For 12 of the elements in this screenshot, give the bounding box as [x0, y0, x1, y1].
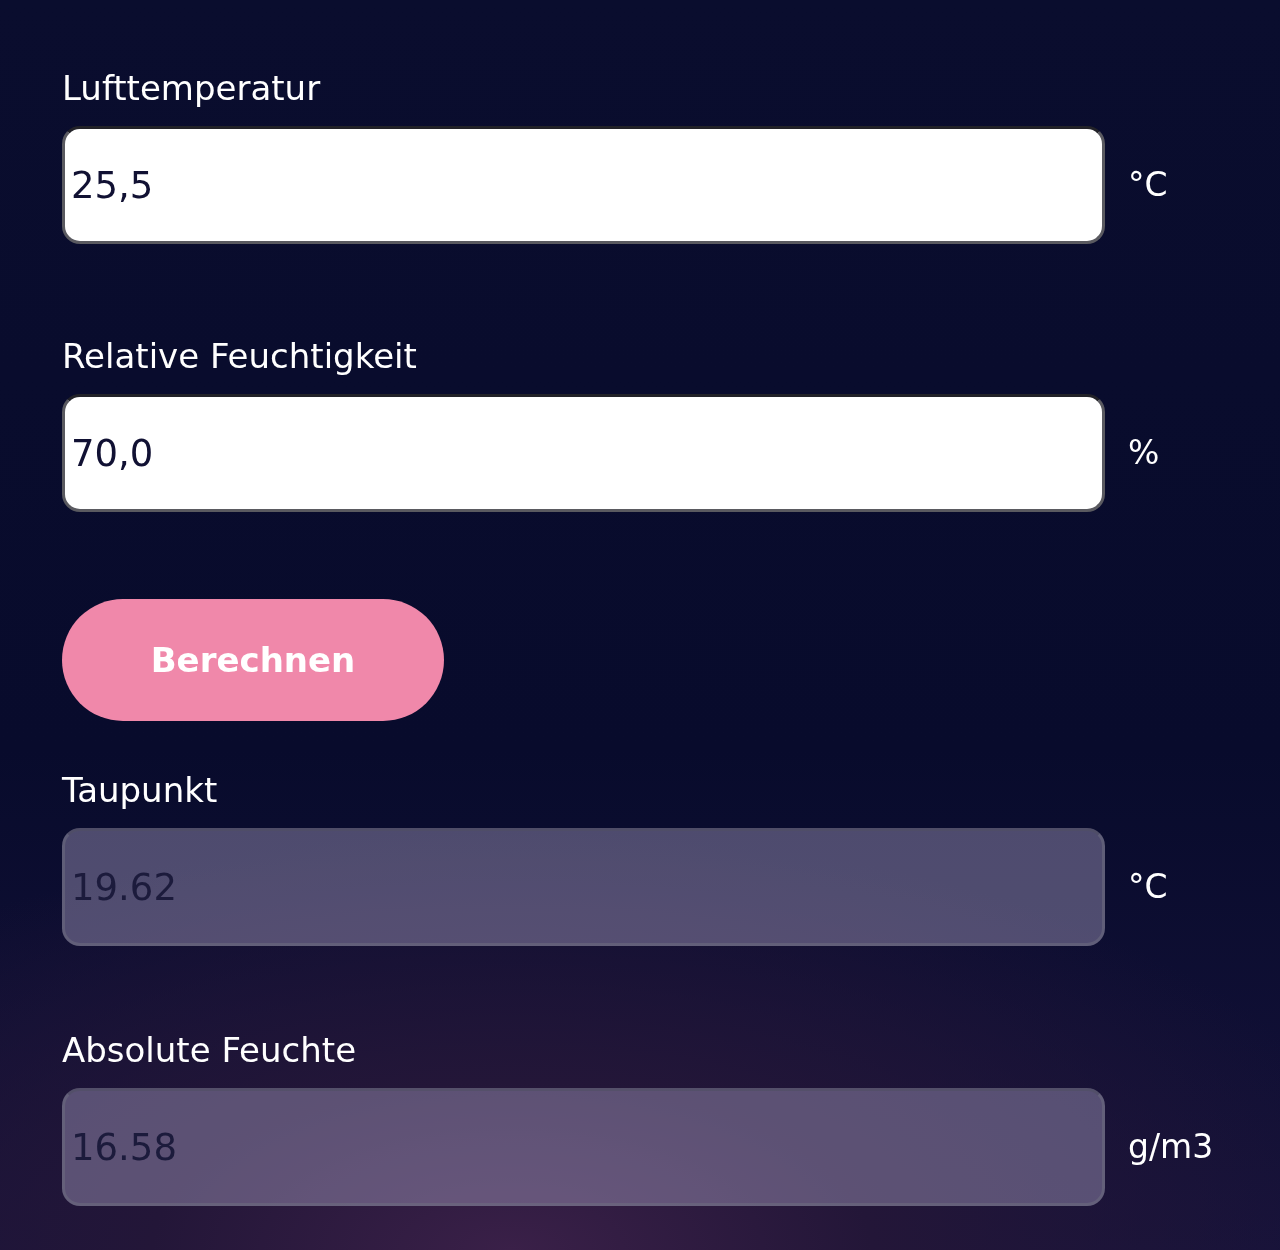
input-field[interactable]: 70,0 [62, 394, 1105, 512]
field-label: Taupunkt [62, 769, 218, 812]
field-label: Lufttemperatur [62, 67, 321, 110]
unit-label: °C [1128, 164, 1168, 206]
unit-label: g/m3 [1128, 1126, 1214, 1168]
unit-label: °C [1128, 866, 1168, 908]
calculate-button[interactable]: Berechnen [62, 599, 444, 721]
field-label: Relative Feuchtigkeit [62, 335, 417, 378]
field-label: Absolute Feuchte [62, 1029, 357, 1072]
input-field[interactable]: 25,5 [62, 126, 1105, 244]
result-field[interactable]: 16.58 [62, 1088, 1105, 1206]
unit-label: % [1128, 432, 1160, 474]
